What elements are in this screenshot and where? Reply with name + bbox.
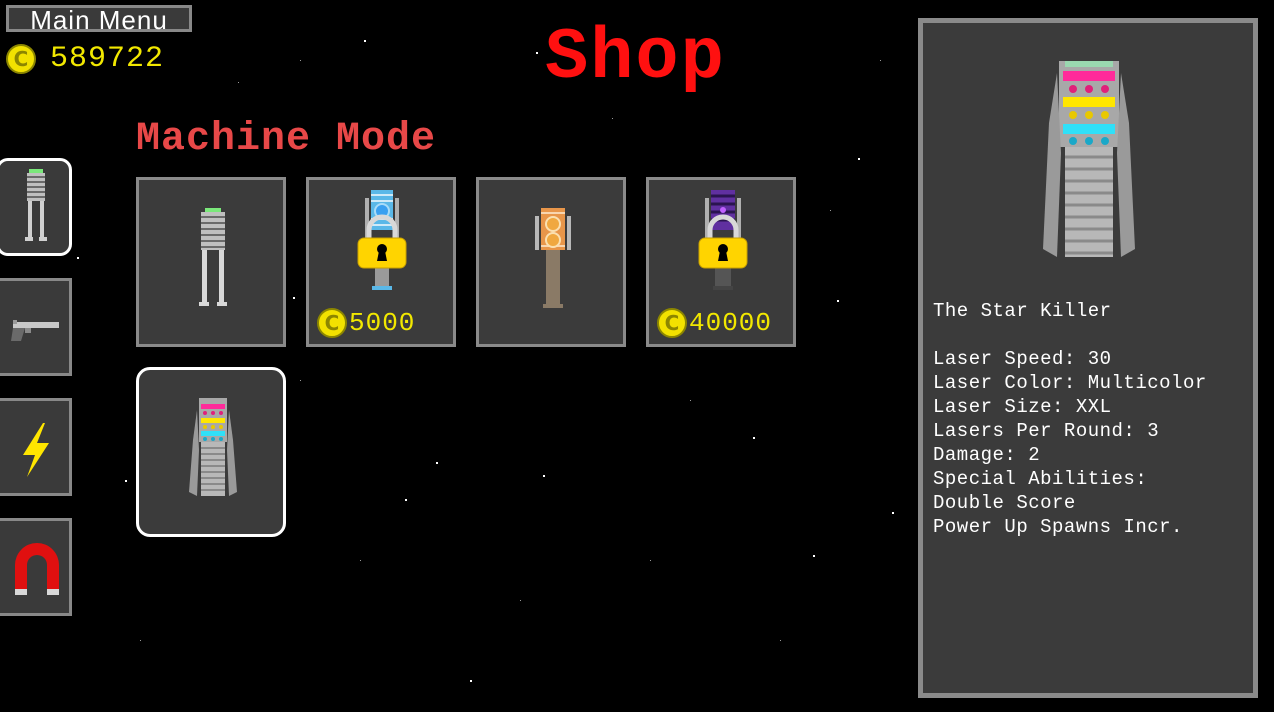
item-card-blue-machine[interactable]: C 5000 [306,177,456,347]
item-card-basic-machine[interactable] [136,177,286,347]
stat-damage: Damage: 2 [933,444,1041,466]
star-killer-preview-icon [1043,61,1135,257]
item-price: C 40000 [657,308,772,338]
item-card-orange-machine[interactable] [476,177,626,347]
item-price: C 5000 [317,308,415,338]
item-detail-text: The Star Killer Laser Speed: 30 Laser Colo… [933,299,1207,539]
stat-special-abilities: Special Abilities: [933,468,1148,490]
lightning-icon [23,423,49,477]
item-name: The Star Killer [933,300,1112,322]
category-tab-machine[interactable] [0,158,72,256]
page-title: Shop [545,17,726,99]
gun-icon [11,320,59,341]
section-title: Machine Mode [136,117,437,162]
ability-double-score: Double Score [933,492,1076,514]
item-price-value: 5000 [349,308,416,338]
stat-laser-color: Laser Color: Multicolor [933,372,1207,394]
coin-icon: C [6,44,36,74]
item-detail-panel: The Star Killer Laser Speed: 30 Laser Colo… [918,18,1258,698]
category-tab-power-up[interactable] [0,398,72,496]
stat-laser-speed: Laser Speed: 30 [933,348,1112,370]
magnet-icon [15,543,59,595]
main-menu-button[interactable]: Main Menu [6,5,192,33]
ability-power-up-spawns: Power Up Spawns Incr. [933,516,1183,538]
orange-machine-icon [535,208,571,308]
basic-machine-icon [199,208,227,306]
star-killer-machine-icon [189,398,237,496]
coin-icon: C [317,308,347,338]
stat-lasers-per-round: Lasers Per Round: 3 [933,420,1160,442]
item-card-purple-machine[interactable]: C 40000 [646,177,796,347]
machine-icon [25,169,47,241]
coin-icon: C [657,308,687,338]
category-tab-magnet[interactable] [0,518,72,616]
coin-balance: C 589722 [6,42,164,76]
item-price-value: 40000 [689,308,773,338]
item-card-star-killer-machine[interactable] [136,367,286,537]
category-tab-gun[interactable] [0,278,72,376]
coin-balance-value: 589722 [50,42,165,76]
stat-laser-size: Laser Size: XXL [933,396,1112,418]
